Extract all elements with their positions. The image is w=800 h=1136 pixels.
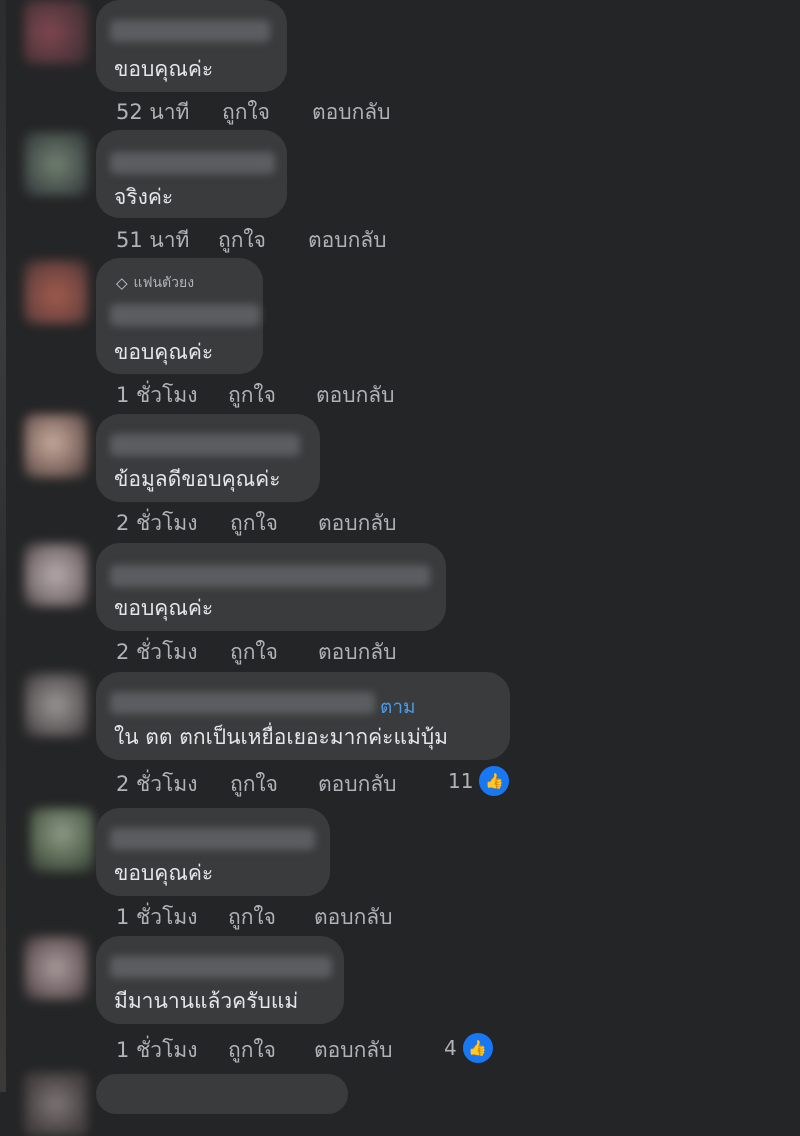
reply-link[interactable]: ตอบกลับ bbox=[314, 901, 393, 934]
comment-time[interactable]: 2 ชั่วโมง bbox=[116, 768, 230, 801]
comment-bubble[interactable]: จริงค่ะ bbox=[96, 130, 287, 218]
avatar[interactable] bbox=[24, 132, 88, 196]
like-link[interactable]: ถูกใจ bbox=[228, 1034, 314, 1067]
comment-time[interactable]: 52 นาที bbox=[116, 96, 222, 129]
reply-link[interactable]: ตอบกลับ bbox=[318, 636, 397, 669]
avatar[interactable] bbox=[24, 414, 88, 478]
comment-time[interactable]: 1 ชั่วโมง bbox=[116, 901, 228, 934]
comment-text: ขอบคุณค่ะ bbox=[114, 57, 214, 81]
comment-text: ขอบคุณค่ะ bbox=[114, 340, 214, 364]
comment-actions: 2 ชั่วโมง ถูกใจ ตอบกลับ bbox=[116, 507, 397, 540]
like-link[interactable]: ถูกใจ bbox=[230, 636, 318, 669]
commenter-name[interactable] bbox=[110, 434, 300, 456]
like-link[interactable]: ถูกใจ bbox=[228, 901, 314, 934]
avatar[interactable] bbox=[24, 0, 88, 64]
commenter-name[interactable] bbox=[110, 692, 375, 714]
comment-time[interactable]: 1 ชั่วโมง bbox=[116, 379, 228, 412]
reply-link[interactable]: ตอบกลับ bbox=[314, 1034, 393, 1067]
reaction-count[interactable]: 11 👍 bbox=[448, 764, 512, 798]
avatar[interactable] bbox=[24, 1072, 88, 1136]
like-link[interactable]: ถูกใจ bbox=[230, 768, 318, 801]
avatar[interactable] bbox=[30, 808, 94, 872]
comment-bubble[interactable]: มีมานานแล้วครับแม่ bbox=[96, 936, 344, 1024]
comment-time[interactable]: 2 ชั่วโมง bbox=[116, 507, 230, 540]
reaction-count[interactable]: 4 👍 bbox=[444, 1031, 495, 1065]
avatar[interactable] bbox=[24, 260, 88, 324]
reaction-number: 11 bbox=[448, 769, 474, 793]
commenter-name[interactable] bbox=[110, 956, 332, 978]
follow-link[interactable]: ตาม bbox=[380, 692, 416, 722]
comment-bubble[interactable]: ขอบคุณค่ะ bbox=[96, 0, 287, 92]
thumbs-up-icon: 👍 bbox=[477, 764, 512, 798]
comment-time[interactable]: 51 นาที bbox=[116, 224, 218, 257]
comment-text: ข้อมูลดีขอบคุณค่ะ bbox=[114, 467, 281, 491]
comment-bubble[interactable]: ตาม ใน ตต ตกเป็นเหยื่อเยอะมากค่ะแม่บุ้ม bbox=[96, 672, 510, 760]
reply-link[interactable]: ตอบกลับ bbox=[318, 768, 397, 801]
comment-bubble[interactable] bbox=[96, 1074, 348, 1114]
top-fan-badge: ◇ แฟนตัวยง bbox=[116, 272, 194, 294]
comment-bubble[interactable]: ขอบคุณค่ะ bbox=[96, 808, 330, 896]
comment-text: ขอบคุณค่ะ bbox=[114, 596, 214, 620]
commenter-name[interactable] bbox=[110, 828, 315, 850]
comment-actions: 2 ชั่วโมง ถูกใจ ตอบกลับ bbox=[116, 768, 397, 801]
comment-bubble[interactable]: ◇ แฟนตัวยง ขอบคุณค่ะ bbox=[96, 258, 263, 374]
comment-time[interactable]: 1 ชั่วโมง bbox=[116, 1034, 228, 1067]
comment-text: ขอบคุณค่ะ bbox=[114, 861, 214, 885]
reply-link[interactable]: ตอบกลับ bbox=[318, 507, 397, 540]
comment-bubble[interactable]: ข้อมูลดีขอบคุณค่ะ bbox=[96, 414, 320, 502]
like-link[interactable]: ถูกใจ bbox=[218, 224, 308, 257]
comment-actions: 1 ชั่วโมง ถูกใจ ตอบกลับ bbox=[116, 901, 393, 934]
comment-actions: 51 นาที ถูกใจ ตอบกลับ bbox=[116, 224, 387, 257]
commenter-name[interactable] bbox=[110, 304, 260, 326]
commenter-name[interactable] bbox=[110, 152, 275, 174]
comment-text: จริงค่ะ bbox=[114, 185, 174, 209]
reply-link[interactable]: ตอบกลับ bbox=[308, 224, 387, 257]
badge-label: แฟนตัวยง bbox=[133, 275, 195, 291]
like-link[interactable]: ถูกใจ bbox=[228, 379, 316, 412]
comment-actions: 2 ชั่วโมง ถูกใจ ตอบกลับ bbox=[116, 636, 397, 669]
reply-link[interactable]: ตอบกลับ bbox=[316, 379, 395, 412]
comment-actions: 52 นาที ถูกใจ ตอบกลับ bbox=[116, 96, 391, 129]
left-edge-strip bbox=[0, 0, 6, 1092]
diamond-icon: ◇ bbox=[116, 274, 128, 292]
like-link[interactable]: ถูกใจ bbox=[230, 507, 318, 540]
avatar[interactable] bbox=[24, 936, 88, 1000]
comment-bubble[interactable]: ขอบคุณค่ะ bbox=[96, 543, 446, 631]
comment-actions: 1 ชั่วโมง ถูกใจ ตอบกลับ bbox=[116, 379, 395, 412]
commenter-name[interactable] bbox=[110, 20, 270, 42]
comment-text: มีมานานแล้วครับแม่ bbox=[114, 989, 299, 1013]
comment-time[interactable]: 2 ชั่วโมง bbox=[116, 636, 230, 669]
avatar[interactable] bbox=[24, 673, 88, 737]
like-link[interactable]: ถูกใจ bbox=[222, 96, 312, 129]
avatar[interactable] bbox=[24, 543, 88, 607]
reply-link[interactable]: ตอบกลับ bbox=[312, 96, 391, 129]
commenter-name[interactable] bbox=[110, 565, 430, 587]
comment-actions: 1 ชั่วโมง ถูกใจ ตอบกลับ bbox=[116, 1034, 393, 1067]
comment-text: ใน ตต ตกเป็นเหยื่อเยอะมากค่ะแม่บุ้ม bbox=[114, 725, 448, 749]
thumbs-up-icon: 👍 bbox=[460, 1031, 495, 1065]
reaction-number: 4 bbox=[444, 1036, 457, 1060]
